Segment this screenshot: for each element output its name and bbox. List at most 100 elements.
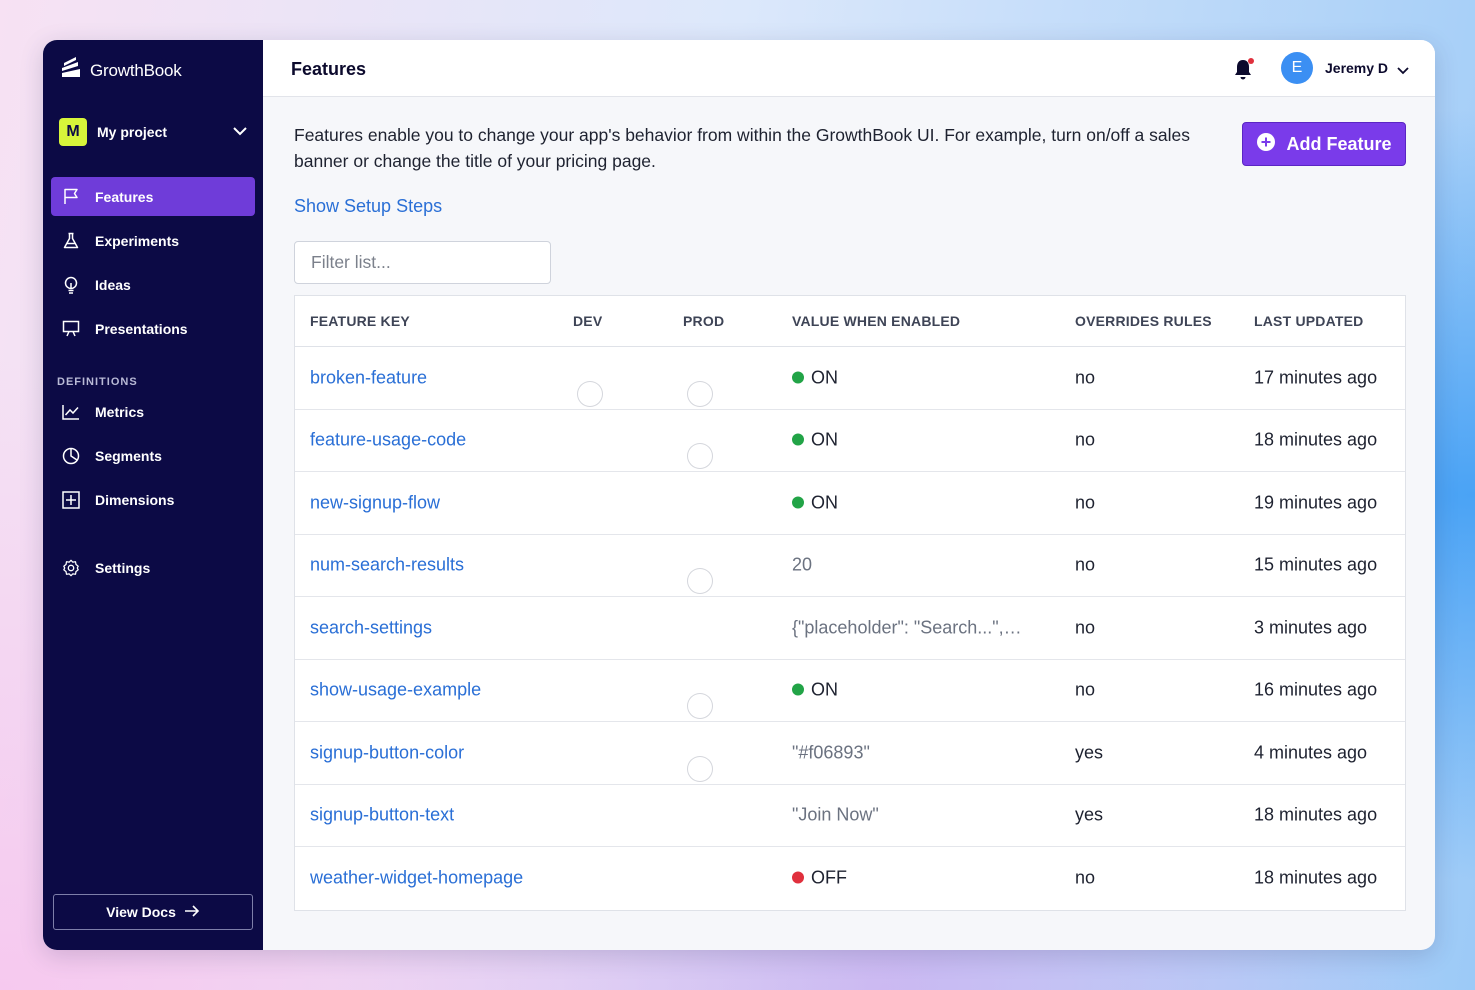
feature-value-text: ON: [811, 367, 838, 388]
notifications-button[interactable]: [1233, 57, 1255, 81]
feature-value: OFF: [792, 868, 847, 889]
toggle-knob: [543, 443, 569, 470]
top-bar: Features E Jeremy D: [263, 40, 1435, 97]
feature-key-link[interactable]: search-settings: [310, 617, 432, 638]
sidebar-item-label: Features: [95, 188, 154, 205]
sidebar-item-segments[interactable]: Segments: [51, 436, 255, 475]
feature-value-text: ON: [811, 492, 838, 513]
project-badge: M: [59, 118, 87, 146]
sidebar-item-presentations[interactable]: Presentations: [51, 309, 255, 348]
table-row[interactable]: weather-widget-homepage OFF no 18 minutes a…: [295, 847, 1405, 910]
project-selector[interactable]: M My project: [59, 118, 247, 146]
feature-value: ON: [792, 680, 838, 701]
status-dot-icon: [792, 433, 804, 446]
header-dev[interactable]: DEV: [573, 313, 602, 329]
table-row[interactable]: broken-feature ON no 17 minutes ago: [295, 347, 1405, 410]
last-updated: 16 minutes ago: [1254, 679, 1378, 700]
overrides-rules: no: [1075, 867, 1096, 888]
toggle-knob: [687, 755, 713, 782]
overrides-rules: no: [1075, 429, 1096, 450]
user-name[interactable]: Jeremy D: [1325, 60, 1388, 76]
header-prod[interactable]: PROD: [683, 313, 724, 329]
toggle-knob: [687, 693, 713, 720]
table-row[interactable]: feature-usage-code ON no 18 minutes ago: [295, 410, 1405, 472]
toggle-knob: [687, 380, 713, 407]
header-last-updated[interactable]: LAST UPDATED: [1254, 313, 1363, 329]
overrides-rules: no: [1075, 554, 1096, 575]
table-row[interactable]: show-usage-example ON no 16 minutes ago: [295, 660, 1405, 722]
flask-icon: [62, 232, 80, 250]
bell-icon: [1233, 58, 1255, 85]
last-updated: 15 minutes ago: [1254, 554, 1378, 575]
sidebar-item-metrics[interactable]: Metrics: [51, 392, 255, 431]
feature-value: ON: [792, 367, 838, 388]
toggle-knob: [577, 380, 603, 407]
status-dot-icon: [792, 871, 804, 884]
table-row[interactable]: new-signup-flow ON no 19 minutes ago: [295, 472, 1405, 535]
table-row[interactable]: signup-button-text "Join Now" yes 18 minute…: [295, 785, 1405, 847]
project-name: My project: [97, 124, 168, 140]
feature-key-link[interactable]: num-search-results: [310, 555, 464, 576]
view-docs-button[interactable]: View Docs: [53, 894, 253, 930]
sidebar-item-settings[interactable]: Settings: [51, 548, 255, 587]
sidebar-item-label: Metrics: [95, 403, 145, 420]
sidebar-item-ideas[interactable]: Ideas: [51, 265, 255, 304]
feature-key-link[interactable]: new-signup-flow: [310, 492, 440, 513]
sidebar-item-label: Presentations: [95, 320, 188, 337]
header-overrides[interactable]: OVERRIDES RULES: [1075, 313, 1212, 329]
toggle-knob: [543, 818, 569, 845]
header-feature-key[interactable]: FEATURE KEY: [310, 313, 410, 329]
grid-icon: [62, 490, 80, 509]
view-docs-label: View Docs: [106, 904, 176, 920]
arrow-right-icon: [184, 904, 200, 920]
chart-line-icon: [62, 403, 80, 421]
feature-key-link[interactable]: show-usage-example: [310, 680, 481, 701]
logo-text: GrowthBook: [90, 60, 182, 80]
toggle-knob: [653, 630, 679, 657]
toggle-knob: [543, 630, 569, 657]
last-updated: 3 minutes ago: [1254, 617, 1368, 638]
sidebar-item-features[interactable]: Features: [51, 177, 255, 216]
feature-key-link[interactable]: feature-usage-code: [310, 430, 466, 451]
add-feature-label: Add Feature: [1286, 133, 1392, 154]
overrides-rules: yes: [1075, 742, 1104, 763]
sidebar-item-label: Ideas: [95, 276, 131, 293]
feature-key-link[interactable]: signup-button-color: [310, 742, 464, 763]
presentation-icon: [62, 320, 80, 338]
chevron-down-icon[interactable]: [1397, 62, 1409, 80]
toggle-knob: [653, 505, 679, 532]
show-setup-steps-link[interactable]: Show Setup Steps: [294, 196, 442, 217]
header-value[interactable]: VALUE WHEN ENABLED: [792, 313, 960, 329]
table-row[interactable]: num-search-results 20 no 15 minutes ago: [295, 535, 1405, 597]
feature-value-text: ON: [811, 679, 838, 700]
sidebar-item-label: Segments: [95, 447, 162, 464]
last-updated: 17 minutes ago: [1254, 367, 1378, 388]
status-dot-icon: [792, 683, 804, 696]
feature-value-text: ON: [811, 429, 838, 450]
toggle-knob: [543, 755, 569, 782]
status-dot-icon: [792, 496, 804, 509]
sidebar-item-experiments[interactable]: Experiments: [51, 221, 255, 260]
intro-text: Features enable you to change your app's…: [294, 125, 1191, 171]
flag-icon: [62, 188, 80, 206]
add-feature-button[interactable]: Add Feature: [1242, 122, 1406, 166]
last-updated: 19 minutes ago: [1254, 492, 1378, 513]
pie-chart-icon: [62, 447, 80, 465]
sidebar-item-dimensions[interactable]: Dimensions: [51, 480, 255, 519]
app-window: GrowthBook M My project Features Experim…: [43, 40, 1435, 950]
filter-input[interactable]: [294, 241, 551, 284]
feature-key-link[interactable]: broken-feature: [310, 367, 427, 388]
table-row[interactable]: search-settings {"placeholder": "Search..…: [295, 597, 1405, 660]
page-title: Features: [291, 59, 367, 79]
features-table: FEATURE KEY DEV PROD VALUE WHEN ENABLED …: [294, 295, 1406, 911]
feature-value: "Join Now": [792, 804, 879, 825]
feature-key-link[interactable]: signup-button-text: [310, 805, 454, 826]
avatar[interactable]: E: [1281, 52, 1313, 84]
toggle-knob: [543, 881, 569, 908]
feature-key-link[interactable]: weather-widget-homepage: [310, 868, 523, 889]
chevron-down-icon: [233, 123, 247, 141]
feature-value: ON: [792, 492, 838, 513]
plus-circle-icon: [1256, 132, 1276, 157]
logo[interactable]: GrowthBook: [60, 57, 182, 84]
table-row[interactable]: signup-button-color "#f06893" yes 4 minutes…: [295, 722, 1405, 785]
